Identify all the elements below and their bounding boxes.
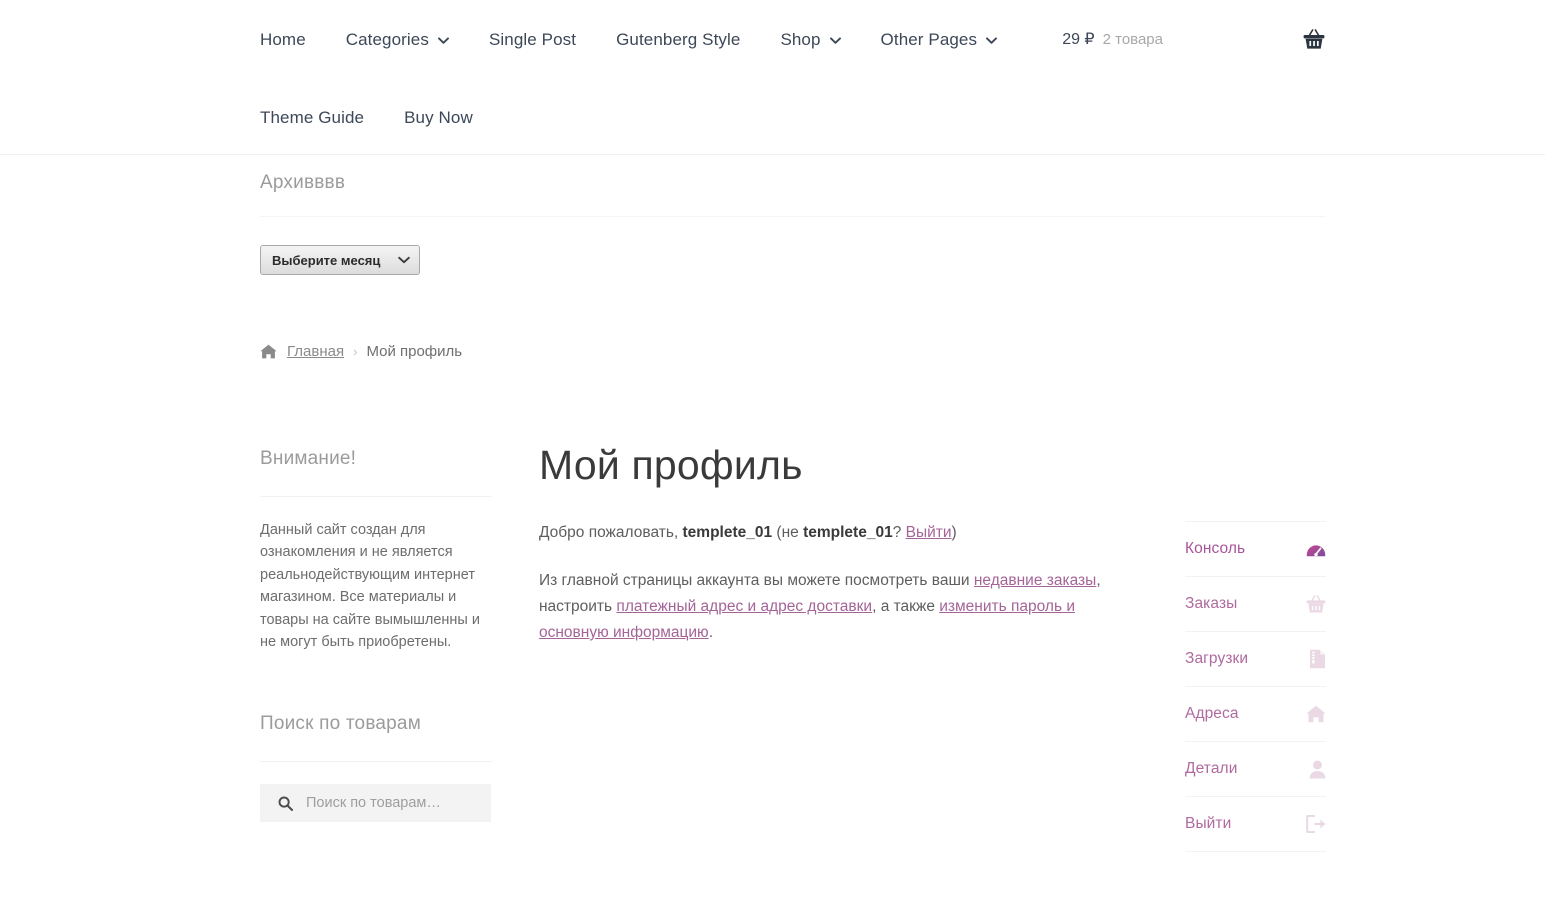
account-nav-label: Детали xyxy=(1185,760,1237,778)
intro-paragraph: Из главной страницы аккаунта вы можете п… xyxy=(539,568,1139,646)
account-nav-item-downloads[interactable]: Загрузки xyxy=(1185,632,1326,687)
intro-text-4: . xyxy=(709,624,713,641)
breadcrumb-current: Мой профиль xyxy=(366,343,462,360)
page-title: Мой профиль xyxy=(539,440,1139,490)
chevron-down-icon xyxy=(398,256,410,264)
account-nav-label: Консоль xyxy=(1185,540,1245,558)
sign-out-icon xyxy=(1306,815,1326,833)
breadcrumb: Главная › Мой профиль xyxy=(260,343,462,360)
account-nav-item-details[interactable]: Детали xyxy=(1185,742,1326,797)
home-icon[interactable] xyxy=(260,344,277,359)
nav-item-categories[interactable]: Categories xyxy=(346,31,449,48)
user-icon xyxy=(1309,760,1326,779)
welcome-username-alt: templete_01 xyxy=(803,524,893,541)
file-download-icon xyxy=(1309,649,1326,669)
nav-item-label: Buy Now xyxy=(404,109,473,126)
breadcrumb-separator: › xyxy=(353,344,357,359)
intro-text-3: , а также xyxy=(872,598,939,615)
chevron-down-icon xyxy=(830,37,841,44)
archive-widget: Архивввв Выберите месяц xyxy=(260,172,1325,275)
nav-item-shop[interactable]: Shop xyxy=(780,31,840,48)
archive-month-select[interactable]: Выберите месяц xyxy=(260,245,420,275)
logout-link[interactable]: Выйти xyxy=(906,524,952,541)
nav-item-label: Theme Guide xyxy=(260,109,364,126)
search-input[interactable] xyxy=(304,794,479,812)
nav-item-label: Home xyxy=(260,31,306,48)
account-nav-label: Загрузки xyxy=(1185,650,1248,668)
site-header: Home Categories Single Post Gutenberg St… xyxy=(0,0,1545,155)
widget-title: Поиск по товарам xyxy=(260,713,492,762)
widget-title: Внимание! xyxy=(260,448,492,497)
nav-item-label: Categories xyxy=(346,31,429,48)
addresses-link[interactable]: платежный адрес и адрес доставки xyxy=(616,598,872,615)
account-nav-label: Заказы xyxy=(1185,595,1237,613)
welcome-mid: (не xyxy=(772,524,803,541)
account-nav-item-logout[interactable]: Выйти xyxy=(1185,797,1326,852)
main-navigation: Home Categories Single Post Gutenberg St… xyxy=(260,0,1325,156)
archive-month-select-value: Выберите месяц xyxy=(272,253,380,268)
account-nav-item-orders[interactable]: Заказы xyxy=(1185,577,1326,632)
breadcrumb-home-link[interactable]: Главная xyxy=(287,343,344,360)
welcome-paragraph: Добро пожаловать, templete_01 (не temple… xyxy=(539,520,1139,546)
search-icon xyxy=(278,796,293,811)
left-sidebar: Внимание! Данный сайт создан для ознаком… xyxy=(260,448,492,882)
chevron-down-icon xyxy=(438,37,449,44)
nav-secondary-row: Theme Guide Buy Now xyxy=(260,78,1325,156)
widget-product-search: Поиск по товарам xyxy=(260,713,492,822)
cart-amount: 29 ₽ xyxy=(1062,29,1094,49)
intro-text-1: Из главной страницы аккаунта вы можете п… xyxy=(539,572,974,589)
nav-item-label: Gutenberg Style xyxy=(616,31,740,48)
nav-item-label: Shop xyxy=(780,31,820,48)
welcome-prefix: Добро пожаловать, xyxy=(539,524,683,541)
home-icon xyxy=(1306,705,1326,723)
nav-item-single-post[interactable]: Single Post xyxy=(489,31,576,48)
cart-item-count: 2 товара xyxy=(1103,31,1163,48)
cart-summary[interactable]: 29 ₽ 2 товара xyxy=(1062,0,1325,78)
account-navigation: Консоль Заказы xyxy=(1185,521,1326,852)
nav-item-other-pages[interactable]: Other Pages xyxy=(881,31,998,48)
nav-item-home[interactable]: Home xyxy=(260,31,306,48)
main-content: Мой профиль Добро пожаловать, templete_0… xyxy=(539,440,1139,646)
welcome-suffix: ) xyxy=(952,524,957,541)
page-root: Home Categories Single Post Gutenberg St… xyxy=(0,0,1545,897)
archive-widget-title: Архивввв xyxy=(260,172,1325,217)
account-nav-item-addresses[interactable]: Адреса xyxy=(1185,687,1326,742)
dashboard-gauge-icon xyxy=(1306,539,1326,559)
nav-primary-row: Home Categories Single Post Gutenberg St… xyxy=(260,0,1325,78)
nav-item-theme-guide[interactable]: Theme Guide xyxy=(260,109,364,126)
nav-item-label: Single Post xyxy=(489,31,576,48)
widget-text: Данный сайт создан для ознакомления и не… xyxy=(260,519,492,653)
shopping-basket-icon[interactable] xyxy=(1303,29,1325,50)
welcome-username: templete_01 xyxy=(683,524,773,541)
chevron-down-icon xyxy=(986,37,997,44)
account-nav-item-dashboard[interactable]: Консоль xyxy=(1185,522,1326,577)
nav-item-gutenberg-style[interactable]: Gutenberg Style xyxy=(616,31,740,48)
welcome-question: ? xyxy=(893,524,906,541)
shopping-basket-icon xyxy=(1306,595,1326,614)
product-search-form[interactable] xyxy=(260,784,491,822)
recent-orders-link[interactable]: недавние заказы xyxy=(974,572,1096,589)
nav-item-label: Other Pages xyxy=(881,31,978,48)
account-nav-label: Выйти xyxy=(1185,815,1231,833)
account-nav-label: Адреса xyxy=(1185,705,1239,723)
widget-attention: Внимание! Данный сайт создан для ознаком… xyxy=(260,448,492,653)
nav-item-buy-now[interactable]: Buy Now xyxy=(404,109,473,126)
